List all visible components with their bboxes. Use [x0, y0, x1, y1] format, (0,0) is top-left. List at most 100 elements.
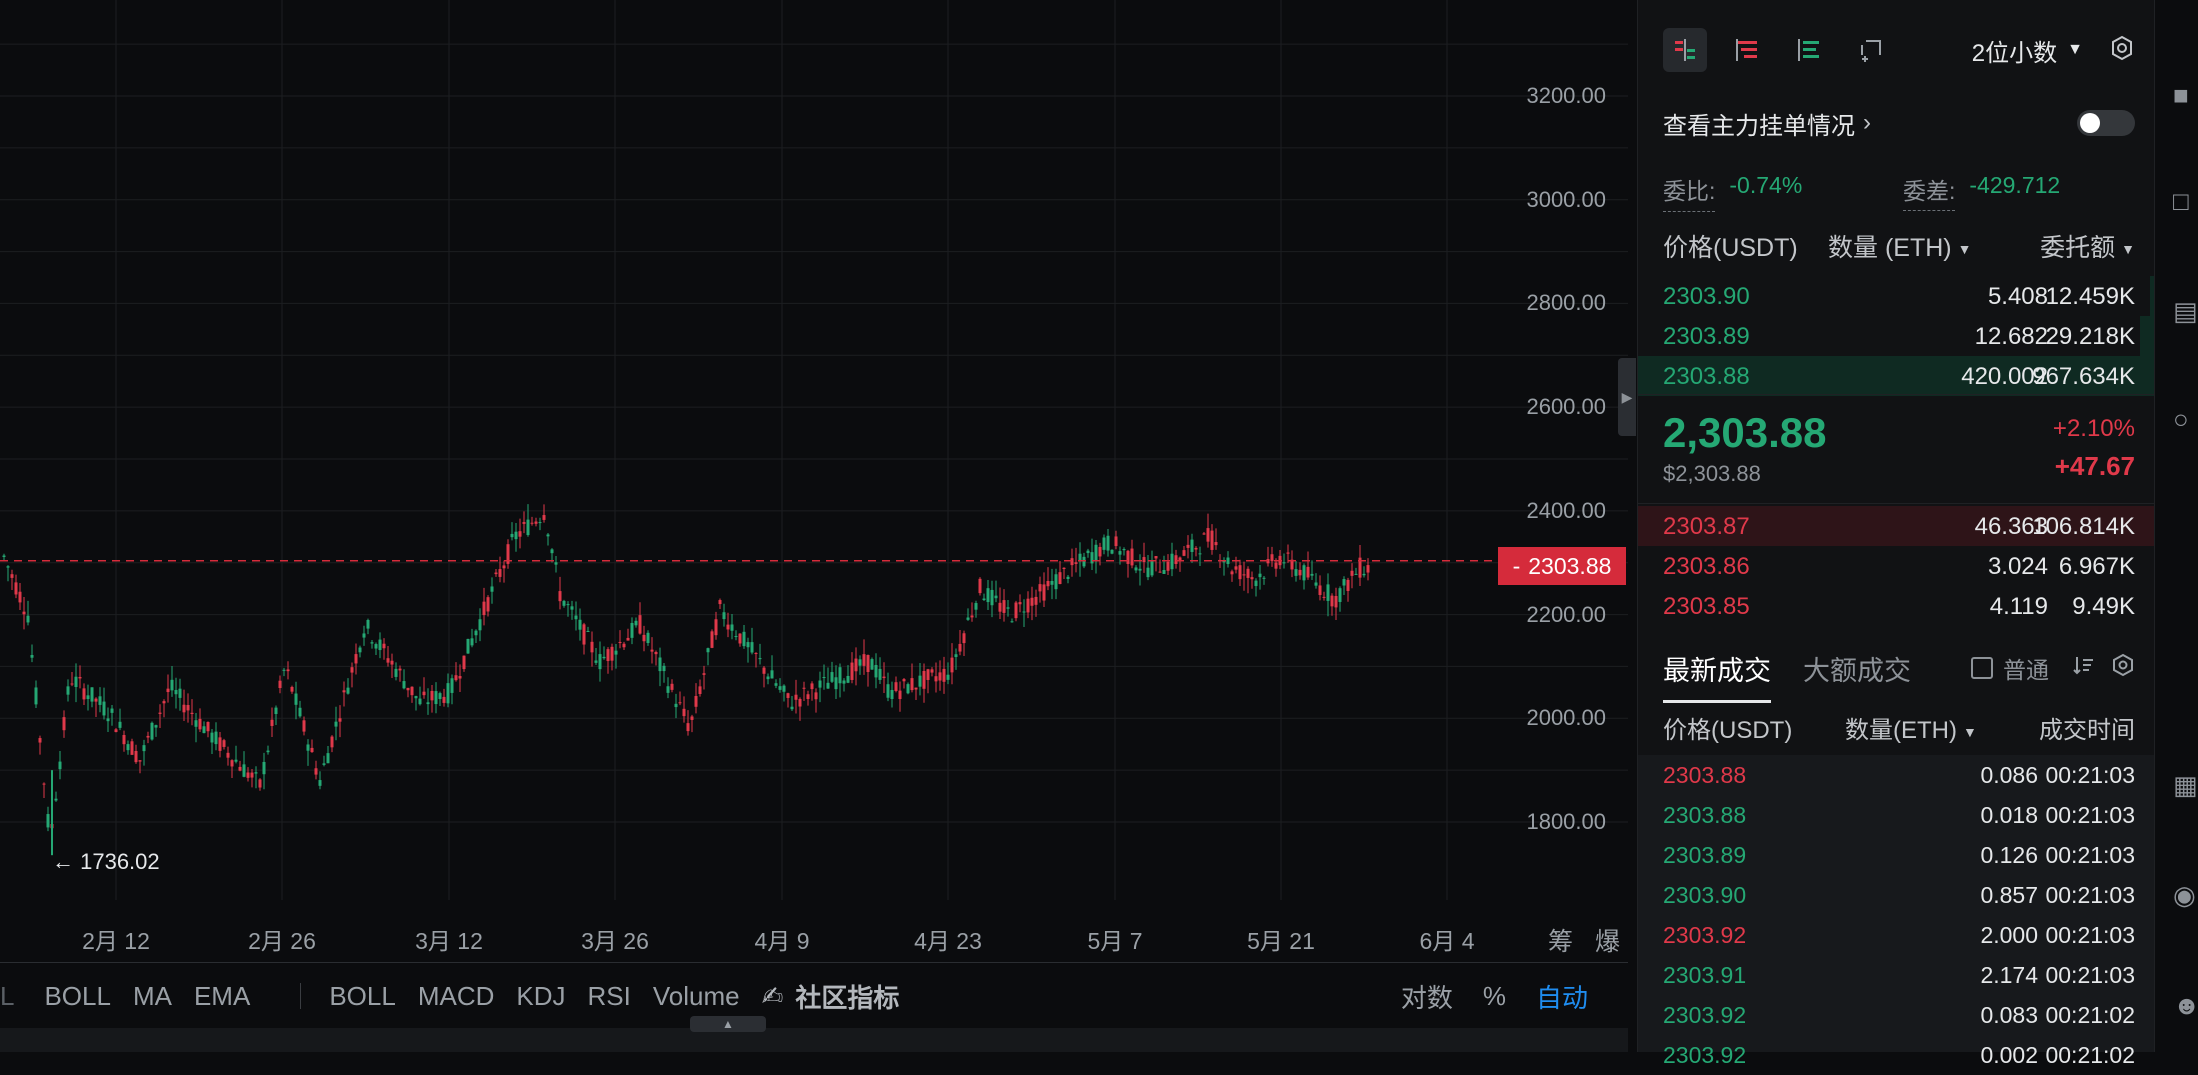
- ask-quantity: 420.002: [1961, 363, 2048, 390]
- indicator-main-boll[interactable]: BOLL: [44, 981, 111, 1012]
- trade-qty: 0.086: [1980, 762, 2038, 788]
- price-axis-label: 2000.00: [1526, 705, 1606, 731]
- sort-icon[interactable]: [2073, 654, 2095, 682]
- candle-body: [338, 718, 342, 722]
- candlestick-chart[interactable]: 3200.00 3000.00 2800.00 2600.00 2400.00 2200.…: [0, 0, 1636, 962]
- candle-body: [1046, 580, 1050, 587]
- date-axis-label: 5月 7: [1087, 928, 1143, 954]
- candle-body: [1262, 577, 1266, 579]
- liquidation-button[interactable]: 爆: [1595, 928, 1620, 956]
- candle-body: [978, 578, 982, 594]
- candle-body: [462, 655, 466, 670]
- tab-large-trades[interactable]: 大额成交: [1803, 649, 1911, 688]
- candle-body: [402, 681, 406, 689]
- candle-body: [926, 669, 930, 681]
- candle-body: [1366, 565, 1370, 573]
- indicator-main-ema[interactable]: EMA: [194, 981, 250, 1012]
- view-both-button[interactable]: [1663, 28, 1707, 72]
- chart-canvas[interactable]: [0, 0, 1628, 918]
- popout-button[interactable]: [1849, 28, 1893, 72]
- main-orders-toggle[interactable]: [2077, 110, 2135, 136]
- monitor-icon[interactable]: □: [2173, 186, 2198, 217]
- download-icon[interactable]: ○: [2173, 404, 2198, 435]
- total-column-header[interactable]: 委托额 ▼: [2040, 228, 2135, 264]
- candle-body: [666, 686, 670, 693]
- candle-body: [858, 659, 862, 666]
- change-percent: +2.10%: [2052, 415, 2135, 442]
- community-indicators-label: 社区指标: [795, 982, 900, 1013]
- candle-body: [990, 589, 994, 606]
- candle-body: [498, 569, 502, 577]
- candle-body: [490, 586, 494, 592]
- orderbook-toolbar: 2位小数 ▼: [1663, 28, 2135, 72]
- candle-body: [250, 772, 254, 778]
- candle-body: [326, 753, 330, 764]
- candle-body: [674, 703, 678, 708]
- candle-body: [1186, 544, 1190, 548]
- tab-latest-trades[interactable]: 最新成交: [1663, 649, 1771, 703]
- price-axis-label: 3000.00: [1526, 186, 1606, 212]
- ask-row[interactable]: 2303.89 12.682 29.218K: [1638, 316, 2155, 356]
- indicator-sub-boll[interactable]: BOLL: [329, 981, 396, 1012]
- community-indicators-button[interactable]: ✍ 社区指标: [762, 978, 900, 1015]
- price-column-header: 价格(USDT): [1663, 234, 1798, 262]
- decimal-precision-value: 2位小数: [1971, 39, 2058, 67]
- gear-icon[interactable]: [2111, 653, 2135, 683]
- news-icon[interactable]: ▤: [2173, 296, 2198, 327]
- candle-body: [994, 595, 998, 599]
- candle-body: [126, 744, 130, 751]
- candle-body: [6, 566, 10, 568]
- trade-qty-header[interactable]: 数量(ETH) ▼: [1845, 710, 1977, 745]
- orderbook-header: 价格(USDT) 数量 (ETH) ▼ 委托额 ▼: [1663, 228, 2135, 268]
- auto-scale-button[interactable]: 自动: [1536, 978, 1588, 1015]
- percent-scale-button[interactable]: %: [1483, 981, 1506, 1012]
- price-axis: 3200.00 3000.00 2800.00 2600.00 2400.00 2200.…: [1498, 0, 1628, 918]
- bank-icon[interactable]: ■: [2173, 80, 2198, 111]
- candle-body: [262, 761, 266, 775]
- candle-body: [698, 686, 702, 694]
- chip-distribution-button[interactable]: 筹: [1548, 928, 1573, 956]
- candle-body: [750, 642, 754, 653]
- indicator-main-ma[interactable]: MA: [133, 981, 172, 1012]
- ask-row[interactable]: 2303.88 420.002 967.634K: [1638, 356, 2155, 396]
- candle-body: [1018, 602, 1022, 605]
- indicator-sub-kdj[interactable]: KDJ: [516, 981, 565, 1012]
- trade-price: 2303.88: [1663, 802, 1747, 828]
- candle-body: [882, 676, 886, 679]
- candle-body: [446, 683, 450, 704]
- bid-row[interactable]: 2303.87 46.363 106.814K: [1638, 506, 2155, 546]
- settings-button[interactable]: [2109, 35, 2135, 66]
- bid-price: 2303.87: [1663, 513, 1750, 540]
- collapse-handle[interactable]: ▲: [690, 1016, 766, 1032]
- candle-body: [54, 798, 58, 801]
- candle-body: [70, 683, 74, 685]
- candle-body: [598, 654, 602, 670]
- candle-body: [258, 779, 262, 788]
- candle-body: [494, 572, 498, 575]
- assistant-icon[interactable]: ☻: [2173, 990, 2198, 1021]
- indicator-sub-volume[interactable]: Volume: [653, 981, 740, 1012]
- normal-checkbox[interactable]: [1971, 657, 1993, 679]
- price-axis-label: 3200.00: [1526, 83, 1606, 108]
- panel-collapse-toggle[interactable]: ▶: [1618, 358, 1636, 436]
- bid-row[interactable]: 2303.85 4.119 9.49K: [1638, 586, 2155, 626]
- candle-body: [294, 693, 298, 705]
- bid-row[interactable]: 2303.86 3.024 6.967K: [1638, 546, 2155, 586]
- candle-body: [694, 695, 698, 707]
- decimal-precision-select[interactable]: 2位小数 ▼: [1972, 33, 2083, 68]
- qty-column-header[interactable]: 数量 (ETH) ▼: [1828, 228, 1971, 264]
- candle-body: [1022, 611, 1026, 613]
- candle-body: [618, 641, 622, 643]
- calculator-icon[interactable]: ▦: [2173, 770, 2198, 801]
- candle-body: [142, 745, 146, 752]
- ask-row[interactable]: 2303.90 5.408 12.459K: [1638, 276, 2155, 316]
- main-orders-link[interactable]: 查看主力挂单情况: [1663, 106, 1855, 141]
- candle-body: [274, 707, 278, 715]
- view-bids-button[interactable]: [1787, 28, 1831, 72]
- headset-icon[interactable]: ◉: [2173, 880, 2198, 911]
- log-scale-button[interactable]: 对数: [1401, 978, 1453, 1015]
- view-asks-button[interactable]: [1725, 28, 1769, 72]
- indicator-sub-rsi[interactable]: RSI: [588, 981, 631, 1012]
- indicator-sub-macd[interactable]: MACD: [418, 981, 495, 1012]
- candle-body: [1206, 528, 1210, 542]
